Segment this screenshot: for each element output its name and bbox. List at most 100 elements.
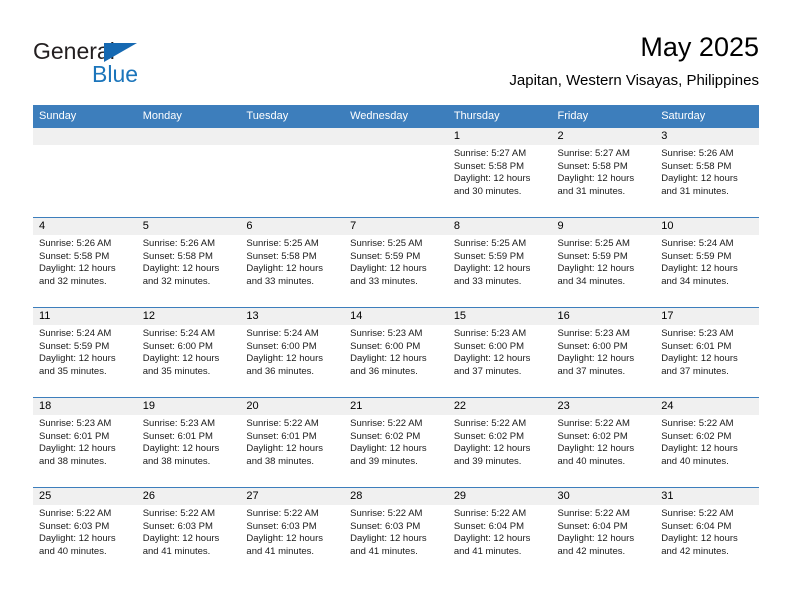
calendar-day-cell[interactable]: 1 Sunrise: 5:27 AM Sunset: 5:58 PM Daylight… [447, 128, 552, 218]
calendar-day: 8 Sunrise: 5:25 AM Sunset: 5:59 PM Daylight… [447, 218, 552, 307]
calendar-day-cell[interactable]: 14 Sunrise: 5:23 AM Sunset: 6:00 PM Dayligh… [344, 307, 448, 398]
calendar-day-cell[interactable]: 19 Sunrise: 5:23 AM Sunset: 6:01 PM Dayligh… [136, 397, 241, 488]
calendar-day: 7 Sunrise: 5:25 AM Sunset: 5:59 PM Daylight… [344, 218, 448, 307]
sunrise-time: Sunrise: 5:22 AM [246, 418, 319, 429]
day-details: Sunrise: 5:25 AM Sunset: 5:59 PM Daylight:… [344, 235, 448, 288]
sunrise-time: Sunrise: 5:22 AM [246, 508, 319, 519]
daylight-duration-line1: Daylight: 12 hours [142, 443, 220, 455]
logo-triangle-icon [104, 43, 137, 62]
calendar-day-cell[interactable]: 2 Sunrise: 5:27 AM Sunset: 5:58 PM Daylight… [551, 128, 656, 218]
sunrise-time: Sunrise: 5:22 AM [453, 418, 527, 429]
daylight-duration-line2: and 37 minutes. [453, 365, 522, 377]
day-details: Sunrise: 5:25 AM Sunset: 5:59 PM Daylight:… [552, 235, 656, 288]
calendar-day-cell[interactable]: 29 Sunrise: 5:22 AM Sunset: 6:04 PM Dayligh… [447, 487, 552, 577]
sunrise-time: Sunrise: 5:22 AM [350, 418, 423, 429]
day-details: Sunrise: 5:22 AM Sunset: 6:02 PM Daylight:… [344, 415, 448, 468]
daylight-duration-line2: and 33 minutes. [350, 275, 418, 287]
sunset-time: Sunset: 5:59 PM [557, 250, 628, 262]
daylight-duration-line2: and 34 minutes. [557, 275, 626, 287]
calendar-day-cell[interactable]: 8 Sunrise: 5:25 AM Sunset: 5:59 PM Daylight… [447, 217, 552, 308]
calendar-week-row: 11 Sunrise: 5:24 AM Sunset: 5:59 PM Dayligh… [33, 307, 759, 398]
calendar-day-cell[interactable]: 27 Sunrise: 5:22 AM Sunset: 6:03 PM Dayligh… [240, 487, 345, 577]
calendar-day-cell[interactable]: 4 Sunrise: 5:26 AM Sunset: 5:58 PM Daylight… [33, 217, 137, 308]
sunset-time: Sunset: 6:01 PM [246, 430, 317, 442]
calendar-day-cell[interactable]: 15 Sunrise: 5:23 AM Sunset: 6:00 PM Dayligh… [447, 307, 552, 398]
calendar-day-cell[interactable]: 9 Sunrise: 5:25 AM Sunset: 5:59 PM Daylight… [551, 217, 656, 308]
calendar-day-cell[interactable]: 28 Sunrise: 5:22 AM Sunset: 6:03 PM Dayligh… [344, 487, 448, 577]
calendar-day-cell[interactable]: 12 Sunrise: 5:24 AM Sunset: 6:00 PM Dayligh… [136, 307, 241, 398]
sunrise-time: Sunrise: 5:26 AM [142, 238, 216, 249]
calendar-day-cell[interactable]: 3 Sunrise: 5:26 AM Sunset: 5:58 PM Daylight… [655, 128, 759, 218]
calendar-day: 1 Sunrise: 5:27 AM Sunset: 5:58 PM Daylight… [447, 128, 552, 217]
calendar-day: 9 Sunrise: 5:25 AM Sunset: 5:59 PM Daylight… [551, 218, 656, 307]
calendar-day-cell[interactable]: 25 Sunrise: 5:22 AM Sunset: 6:03 PM Dayligh… [33, 487, 137, 577]
calendar-day-cell[interactable]: 20 Sunrise: 5:22 AM Sunset: 6:01 PM Dayligh… [240, 397, 345, 488]
calendar-day-cell[interactable] [240, 128, 345, 218]
daylight-duration-line2: and 32 minutes. [142, 275, 211, 287]
daylight-duration-line1: Daylight: 12 hours [350, 443, 427, 455]
sunrise-time: Sunrise: 5:22 AM [661, 418, 734, 429]
daylight-duration-line2: and 30 minutes. [453, 185, 522, 197]
weekday-header-tuesday: Tuesday [240, 105, 345, 128]
calendar-day-cell[interactable]: 11 Sunrise: 5:24 AM Sunset: 5:59 PM Dayligh… [33, 307, 137, 398]
day-details: Sunrise: 5:22 AM Sunset: 6:03 PM Daylight:… [33, 505, 137, 558]
sunrise-time: Sunrise: 5:23 AM [661, 328, 734, 339]
calendar-day-cell[interactable]: 5 Sunrise: 5:26 AM Sunset: 5:58 PM Daylight… [136, 217, 241, 308]
day-number: 27 [240, 488, 345, 505]
calendar-day-cell[interactable]: 16 Sunrise: 5:23 AM Sunset: 6:00 PM Dayligh… [551, 307, 656, 398]
calendar-day-cell[interactable]: 22 Sunrise: 5:22 AM Sunset: 6:02 PM Dayligh… [447, 397, 552, 488]
calendar-day-cell[interactable]: 10 Sunrise: 5:24 AM Sunset: 5:59 PM Dayligh… [655, 217, 759, 308]
calendar-day-cell[interactable] [33, 128, 137, 218]
calendar-day-cell[interactable] [344, 128, 448, 218]
calendar-day-cell[interactable] [136, 128, 241, 218]
calendar-day-cell[interactable]: 31 Sunrise: 5:22 AM Sunset: 6:04 PM Dayligh… [655, 487, 759, 577]
day-number: 9 [551, 218, 656, 235]
calendar-day: 30 Sunrise: 5:22 AM Sunset: 6:04 PM Dayligh… [551, 488, 656, 577]
page-header: General Blue May 2025 Japitan, Western V… [33, 30, 759, 100]
daylight-duration-line1: Daylight: 12 hours [350, 533, 427, 545]
daylight-duration-line1: Daylight: 12 hours [350, 263, 427, 275]
day-number: 18 [33, 398, 137, 415]
daylight-duration-line2: and 42 minutes. [557, 545, 626, 557]
day-details: Sunrise: 5:24 AM Sunset: 6:00 PM Daylight:… [240, 325, 344, 378]
calendar-day-cell[interactable]: 18 Sunrise: 5:23 AM Sunset: 6:01 PM Dayligh… [33, 397, 137, 488]
daylight-duration-line1: Daylight: 12 hours [39, 443, 116, 455]
day-number: 15 [447, 308, 552, 325]
calendar-day-cell[interactable]: 26 Sunrise: 5:22 AM Sunset: 6:03 PM Dayligh… [136, 487, 241, 577]
day-number: 19 [136, 398, 241, 415]
calendar-day: 10 Sunrise: 5:24 AM Sunset: 5:59 PM Dayligh… [655, 218, 759, 307]
sunrise-time: Sunrise: 5:22 AM [350, 508, 423, 519]
calendar-day-cell[interactable]: 13 Sunrise: 5:24 AM Sunset: 6:00 PM Dayligh… [240, 307, 345, 398]
daylight-duration-line1: Daylight: 12 hours [142, 353, 220, 365]
sunrise-time: Sunrise: 5:24 AM [142, 328, 216, 339]
calendar-day-cell[interactable]: 23 Sunrise: 5:22 AM Sunset: 6:02 PM Dayligh… [551, 397, 656, 488]
sunset-time: Sunset: 5:59 PM [39, 340, 110, 352]
sunrise-time: Sunrise: 5:24 AM [39, 328, 112, 339]
day-details: Sunrise: 5:22 AM Sunset: 6:02 PM Daylight:… [655, 415, 759, 468]
daylight-duration-line1: Daylight: 12 hours [661, 263, 738, 275]
calendar-day: 19 Sunrise: 5:23 AM Sunset: 6:01 PM Dayligh… [136, 398, 241, 487]
day-number [344, 128, 448, 145]
sunset-time: Sunset: 5:59 PM [350, 250, 421, 262]
daylight-duration-line1: Daylight: 12 hours [453, 533, 531, 545]
sunrise-time: Sunrise: 5:24 AM [246, 328, 319, 339]
sunrise-time: Sunrise: 5:22 AM [661, 508, 734, 519]
daylight-duration-line2: and 36 minutes. [350, 365, 418, 377]
sunset-time: Sunset: 6:04 PM [557, 520, 628, 532]
daylight-duration-line1: Daylight: 12 hours [142, 263, 220, 275]
sunset-time: Sunset: 5:59 PM [661, 250, 732, 262]
calendar-day-empty [33, 128, 137, 217]
daylight-duration-line1: Daylight: 12 hours [246, 353, 323, 365]
calendar-day: 23 Sunrise: 5:22 AM Sunset: 6:02 PM Dayligh… [551, 398, 656, 487]
calendar-day-cell[interactable]: 6 Sunrise: 5:25 AM Sunset: 5:58 PM Daylight… [240, 217, 345, 308]
day-details: Sunrise: 5:22 AM Sunset: 6:04 PM Daylight:… [552, 505, 656, 558]
sunrise-time: Sunrise: 5:26 AM [661, 148, 734, 159]
calendar-day-cell[interactable]: 7 Sunrise: 5:25 AM Sunset: 5:59 PM Daylight… [344, 217, 448, 308]
calendar-day-cell[interactable]: 24 Sunrise: 5:22 AM Sunset: 6:02 PM Dayligh… [655, 397, 759, 488]
calendar-day-cell[interactable]: 30 Sunrise: 5:22 AM Sunset: 6:04 PM Dayligh… [551, 487, 656, 577]
calendar-day-cell[interactable]: 17 Sunrise: 5:23 AM Sunset: 6:01 PM Dayligh… [655, 307, 759, 398]
daylight-duration-line2: and 33 minutes. [453, 275, 522, 287]
calendar-week-row: 1 Sunrise: 5:27 AM Sunset: 5:58 PM Daylight… [33, 128, 759, 218]
calendar-day-cell[interactable]: 21 Sunrise: 5:22 AM Sunset: 6:02 PM Dayligh… [344, 397, 448, 488]
general-blue-logo[interactable]: General Blue [33, 38, 213, 94]
